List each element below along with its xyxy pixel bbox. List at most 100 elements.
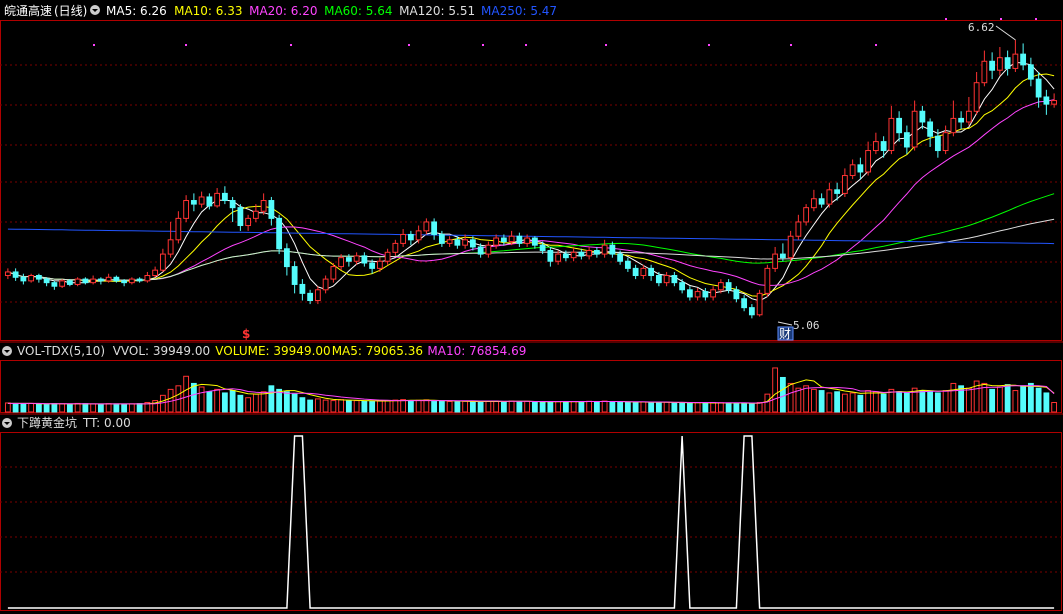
candle[interactable]	[245, 214, 252, 231]
candle[interactable]	[570, 246, 577, 262]
volume-bar[interactable]	[787, 382, 794, 413]
candle[interactable]	[857, 157, 864, 180]
candle[interactable]	[679, 279, 686, 294]
volume-bar[interactable]	[508, 400, 515, 413]
candle[interactable]	[826, 182, 833, 208]
volume-bar[interactable]	[679, 402, 686, 413]
volume-bar[interactable]	[229, 390, 236, 413]
volume-bar[interactable]	[361, 400, 368, 413]
volume-bar[interactable]	[531, 401, 538, 413]
volume-bar[interactable]	[996, 386, 1003, 413]
candle[interactable]	[593, 246, 600, 258]
candle[interactable]	[97, 277, 104, 285]
volume-bar[interactable]	[74, 402, 81, 413]
volume-bar[interactable]	[818, 390, 825, 413]
volume-bar[interactable]	[609, 401, 616, 413]
volume-bar[interactable]	[330, 400, 337, 413]
volume-bar[interactable]	[896, 391, 903, 413]
candle[interactable]	[911, 100, 918, 151]
candle[interactable]	[415, 225, 422, 244]
candle[interactable]	[400, 229, 407, 247]
volume-bar[interactable]	[299, 397, 306, 413]
volume-bar[interactable]	[686, 402, 693, 413]
candle[interactable]	[950, 100, 957, 137]
volume-bar[interactable]	[392, 399, 399, 413]
volume-bar[interactable]	[857, 394, 864, 413]
volume-bar[interactable]	[128, 403, 135, 413]
candle[interactable]	[772, 246, 779, 272]
volume-bar[interactable]	[872, 391, 879, 413]
volume-bar[interactable]	[694, 402, 701, 413]
candle[interactable]	[392, 239, 399, 256]
volume-bar[interactable]	[865, 390, 872, 413]
volume-bar[interactable]	[353, 400, 360, 413]
candle[interactable]	[741, 295, 748, 312]
volume-bar[interactable]	[803, 385, 810, 413]
volume-bar[interactable]	[950, 382, 957, 413]
candle[interactable]	[1027, 57, 1034, 87]
volume-bar[interactable]	[555, 401, 562, 413]
candle[interactable]	[903, 125, 910, 155]
volume-bar[interactable]	[438, 400, 445, 413]
candle[interactable]	[12, 268, 19, 281]
volume-bar[interactable]	[345, 400, 352, 413]
volume-bar[interactable]	[655, 402, 662, 413]
volume-bar[interactable]	[268, 385, 275, 413]
volume-bar[interactable]	[307, 399, 314, 413]
candle[interactable]	[1051, 93, 1058, 108]
volume-bar[interactable]	[725, 402, 732, 413]
candle[interactable]	[756, 289, 763, 317]
volume-bar[interactable]	[384, 400, 391, 413]
volume-bars[interactable]	[4, 367, 1058, 413]
volume-bar[interactable]	[524, 400, 531, 413]
candle[interactable]	[82, 277, 89, 285]
candle[interactable]	[144, 271, 151, 283]
volume-bar[interactable]	[617, 401, 624, 413]
volume-bar[interactable]	[578, 401, 585, 413]
candle[interactable]	[291, 261, 298, 294]
candle[interactable]	[810, 189, 817, 212]
volume-bar[interactable]	[710, 401, 717, 413]
volume-bar[interactable]	[934, 392, 941, 413]
volume-bar[interactable]	[136, 403, 143, 413]
candle[interactable]	[361, 252, 368, 267]
candle[interactable]	[90, 275, 97, 285]
candle[interactable]	[586, 246, 593, 260]
candle[interactable]	[942, 125, 949, 155]
volume-bar[interactable]	[748, 403, 755, 413]
candle[interactable]	[59, 279, 66, 289]
candle[interactable]	[748, 304, 755, 319]
candle[interactable]	[764, 264, 771, 297]
candle[interactable]	[175, 211, 182, 244]
candle[interactable]	[973, 71, 980, 115]
volume-bar[interactable]	[1020, 385, 1027, 413]
candle[interactable]	[299, 279, 306, 301]
volume-bar[interactable]	[51, 403, 58, 413]
volume-bar[interactable]	[283, 391, 290, 413]
candle[interactable]	[51, 280, 58, 290]
volume-bar[interactable]	[500, 401, 507, 413]
candle[interactable]	[865, 141, 872, 176]
volume-bar[interactable]	[756, 401, 763, 413]
volume-bar[interactable]	[221, 392, 228, 413]
volume-bar[interactable]	[834, 391, 841, 413]
volume-bar[interactable]	[469, 401, 476, 413]
volume-bar[interactable]	[601, 400, 608, 413]
candle[interactable]	[237, 204, 244, 231]
volume-bar[interactable]	[407, 400, 414, 413]
candle[interactable]	[423, 218, 430, 235]
volume-bar[interactable]	[919, 390, 926, 413]
volume-bar[interactable]	[849, 392, 856, 413]
candle[interactable]	[841, 168, 848, 197]
volume-bar[interactable]	[989, 388, 996, 413]
volume-bar[interactable]	[516, 401, 523, 413]
volume-bar[interactable]	[880, 393, 887, 413]
volume-bar[interactable]	[105, 403, 112, 413]
volume-bar[interactable]	[593, 401, 600, 413]
volume-bar[interactable]	[741, 402, 748, 413]
candle[interactable]	[996, 46, 1003, 76]
volume-bar[interactable]	[702, 402, 709, 413]
candle[interactable]	[725, 279, 732, 294]
volume-bar[interactable]	[795, 387, 802, 413]
candle[interactable]	[958, 111, 965, 130]
